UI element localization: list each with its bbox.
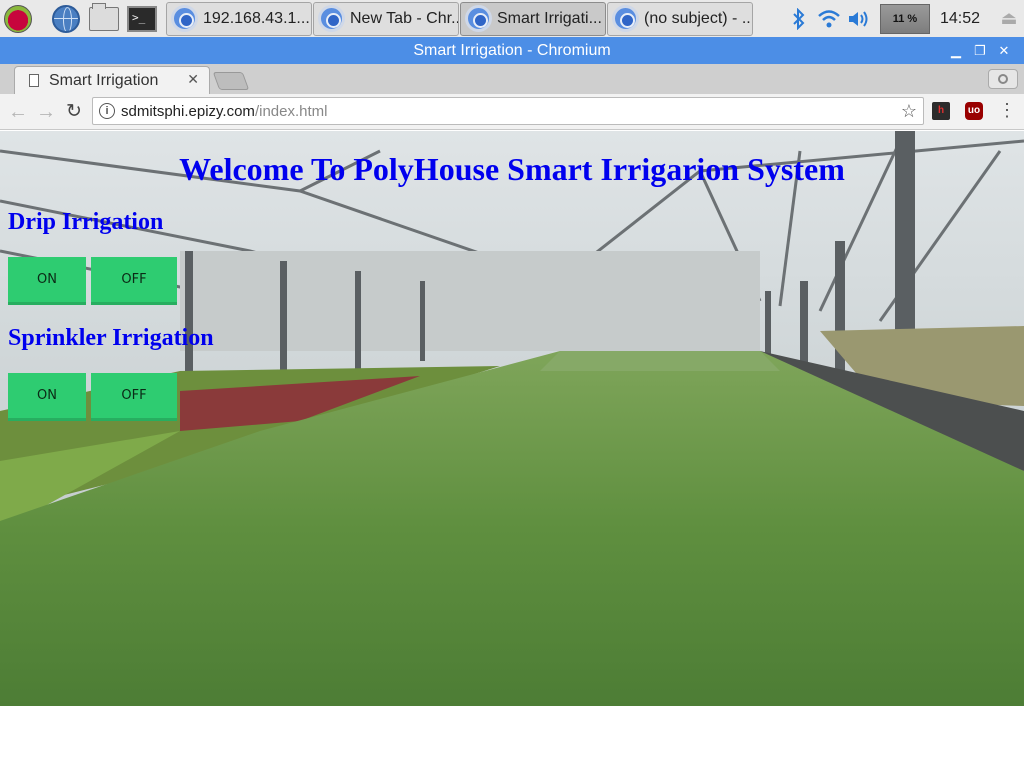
bluetooth-icon[interactable] [784,4,814,34]
chromium-icon [318,5,345,32]
eject-icon[interactable]: ⏏ [994,8,1024,29]
drip-on-button[interactable]: ON [8,257,86,305]
address-bar[interactable]: i sdmitsphi.epizy.com/index.html ☆ [92,97,924,125]
folder-icon [89,2,119,31]
ublock-extension-icon[interactable]: uo [965,102,983,120]
cpu-monitor[interactable]: 11 % [879,3,930,34]
drip-off-button[interactable]: OFF [91,257,177,305]
window-titlebar: Smart Irrigation - Chromium ▁ ❐ ✕ [0,37,1024,64]
terminal-icon: >_ [127,5,157,32]
window-controls: ▁ ❐ ✕ [944,37,1016,64]
task-label: (no subject) - ... [644,9,752,27]
minimize-button[interactable]: ▁ [944,37,968,64]
close-tab-icon[interactable]: ✕ [187,71,199,88]
task-label: 192.168.43.1... [203,9,310,27]
profile-button[interactable] [988,69,1018,89]
reload-button[interactable]: ↻ [60,98,88,126]
sprinkler-irrigation-heading: Sprinkler Irrigation [8,325,214,351]
page-blank-area [0,706,1024,768]
window-title: Smart Irrigation - Chromium [413,42,611,59]
browser-toolbar: ← → ↻ i sdmitsphi.epizy.com/index.html ☆… [0,94,1024,130]
taskbar-window-3[interactable]: Smart Irrigati... [460,1,606,36]
task-list: 192.168.43.1... New Tab - Chr... Smart I… [166,1,754,36]
taskbar-window-2[interactable]: New Tab - Chr... [313,1,459,36]
forward-button[interactable]: → [32,98,60,126]
drip-irrigation-heading: Drip Irrigation [8,209,164,235]
url-host: sdmitsphi.epizy.com [121,102,255,120]
url-path: /index.html [254,102,328,120]
sprinkler-off-button[interactable]: OFF [91,373,177,421]
tab-smart-irrigation[interactable]: Smart Irrigation ✕ [14,66,210,94]
raspberry-menu-button[interactable] [0,1,36,37]
web-browser-launcher[interactable] [48,1,84,37]
chromium-icon [171,5,198,32]
globe-icon [52,4,80,33]
task-label: Smart Irrigati... [497,9,602,27]
chromium-icon [612,5,639,32]
extension-icon[interactable]: h [932,102,950,120]
clock[interactable]: 14:52 [936,10,994,28]
profile-icon [998,74,1008,84]
taskbar: >_ 192.168.43.1... New Tab - Chr... Smar… [0,0,1024,37]
maximize-button[interactable]: ❐ [968,37,992,64]
site-info-icon[interactable]: i [99,103,115,119]
new-tab-button[interactable] [212,72,250,90]
taskbar-window-1[interactable]: 192.168.43.1... [166,1,312,36]
page-icon [29,74,39,87]
back-button[interactable]: ← [4,98,32,126]
taskbar-window-4[interactable]: (no subject) - ... [607,1,753,36]
close-window-button[interactable]: ✕ [992,37,1016,64]
terminal-launcher[interactable]: >_ [124,1,160,37]
tab-title: Smart Irrigation [49,71,159,89]
wifi-icon[interactable] [814,4,844,34]
page-content: Welcome To PolyHouse Smart Irrigarion Sy… [0,131,1024,706]
file-manager-launcher[interactable] [86,1,122,37]
raspberry-pi-icon [4,4,32,33]
browser-menu-button[interactable]: ⋮ [998,100,1016,121]
system-tray: 11 % 14:52 ⏏ [784,0,1024,37]
page-title: Welcome To PolyHouse Smart Irrigarion Sy… [179,151,845,187]
volume-icon[interactable] [844,4,874,34]
task-label: New Tab - Chr... [350,9,458,27]
chromium-icon [465,5,492,32]
sprinkler-on-button[interactable]: ON [8,373,86,421]
bookmark-star-icon[interactable]: ☆ [901,101,917,122]
tab-strip: Smart Irrigation ✕ [0,64,1024,94]
